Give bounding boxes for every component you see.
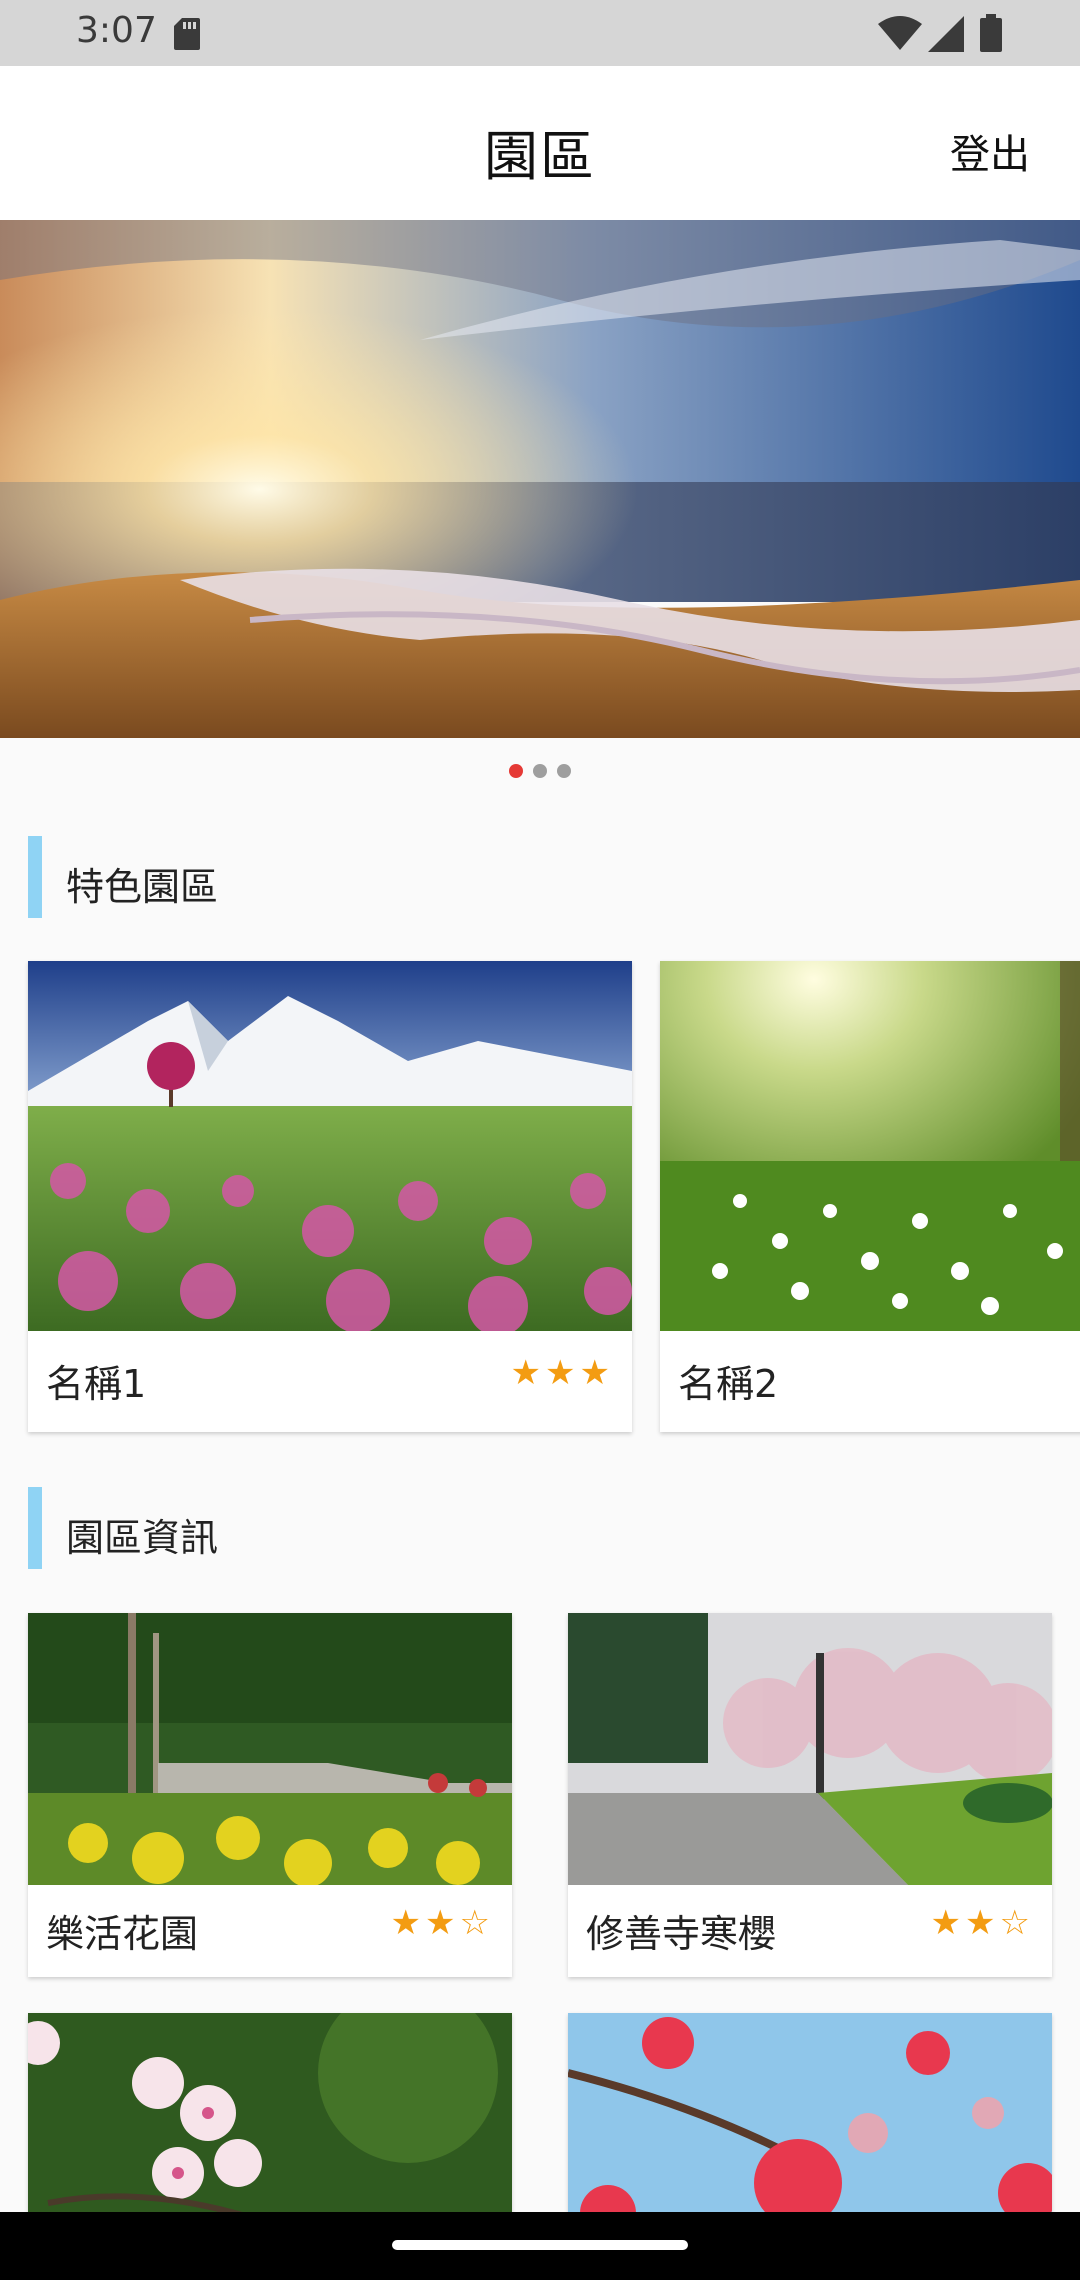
section-title: 特色園區 xyxy=(66,865,219,909)
status-time: 3:07 xyxy=(76,10,157,51)
card-image xyxy=(568,2013,1052,2233)
card-image xyxy=(28,2013,512,2233)
info-card-3[interactable] xyxy=(28,2013,512,2233)
rating-stars: ★★☆ xyxy=(930,1903,1034,1943)
hero-banner[interactable] xyxy=(0,220,1080,738)
info-card-1[interactable]: 樂活花園 ★★☆ xyxy=(28,1613,512,1977)
featured-card-2[interactable]: 名稱2 xyxy=(660,961,1080,1432)
info-card-4[interactable] xyxy=(568,2013,1052,2233)
rating-stars: ★★★ xyxy=(510,1353,614,1393)
sd-card-icon xyxy=(174,18,200,50)
featured-section-header: 特色園區 xyxy=(28,836,628,918)
cell-signal-icon xyxy=(928,16,964,52)
banner-image xyxy=(0,220,1080,738)
carousel-dots[interactable] xyxy=(0,764,1080,780)
card-image xyxy=(28,1613,512,1885)
section-accent-bar xyxy=(28,1487,42,1569)
rating-stars: ★★☆ xyxy=(390,1903,494,1943)
page-title: 園區 xyxy=(484,125,596,188)
info-section-header: 園區資訊 xyxy=(28,1487,628,1569)
card-name: 修善寺寒櫻 xyxy=(586,1912,777,1956)
battery-icon xyxy=(980,14,1002,52)
wifi-icon xyxy=(878,16,922,50)
section-accent-bar xyxy=(28,836,42,918)
carousel-dot-2[interactable] xyxy=(533,764,547,778)
status-bar: 3:07 xyxy=(0,0,1080,66)
card-image xyxy=(660,961,1080,1331)
navigation-bar xyxy=(0,2212,1080,2280)
app-header: 園區 登出 xyxy=(0,66,1080,220)
card-name: 樂活花園 xyxy=(46,1912,199,1956)
featured-card-1[interactable]: 名稱1 ★★★ xyxy=(28,961,632,1432)
card-image xyxy=(568,1613,1052,1885)
home-indicator[interactable] xyxy=(392,2240,688,2250)
card-name: 名稱2 xyxy=(678,1362,779,1406)
carousel-dot-3[interactable] xyxy=(557,764,571,778)
carousel-dot-1[interactable] xyxy=(509,764,523,778)
logout-button[interactable]: 登出 xyxy=(950,122,1030,180)
card-image xyxy=(28,961,632,1331)
card-name: 名稱1 xyxy=(46,1362,147,1406)
section-title: 園區資訊 xyxy=(66,1516,219,1560)
info-card-2[interactable]: 修善寺寒櫻 ★★☆ xyxy=(568,1613,1052,1977)
